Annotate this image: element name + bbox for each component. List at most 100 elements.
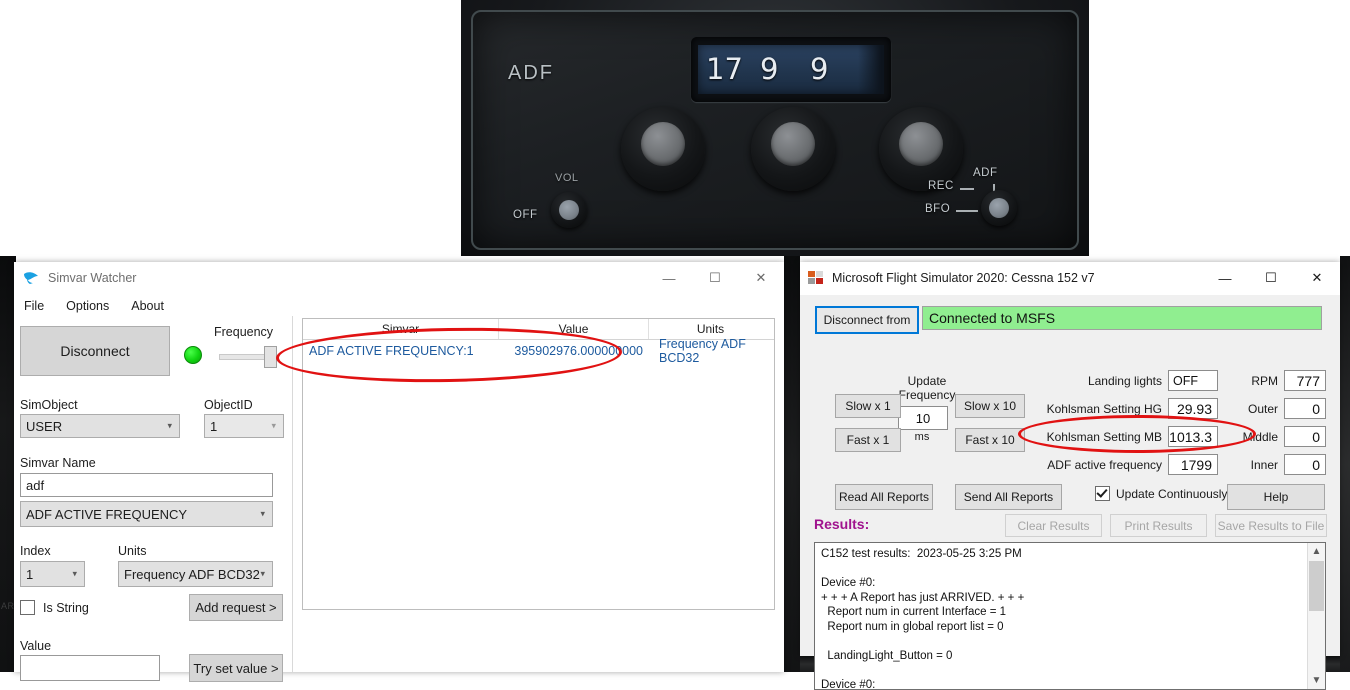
menu-item-options[interactable]: Options [66,299,109,313]
readout-value[interactable]: 1013.3 [1168,426,1218,447]
value-input[interactable] [20,655,160,681]
table-row[interactable]: ADF ACTIVE FREQUENCY:1 395902976.0000000… [303,337,774,365]
units-label: Units [118,544,147,558]
msfs-body: Disconnect from Connected to MSFS Update… [800,294,1340,690]
menu-item-about[interactable]: About [131,299,164,313]
add-request-button[interactable]: Add request > [189,594,283,621]
adf-volume-knob[interactable] [551,192,587,228]
is-string-row[interactable]: Is String [20,600,89,615]
adf-tuning-knob-3[interactable] [879,107,963,191]
objectid-select[interactable]: 1 ▾ [204,414,284,438]
adf-tuning-knob-2[interactable] [751,107,835,191]
scroll-up-icon[interactable]: ▲ [1308,543,1325,560]
read-all-reports-button[interactable]: Read All Reports [835,484,933,510]
adf-radio-panel-photo: ADF 17 9 9 VOL OFF REC ADF BFO [461,0,1089,256]
connection-status-led [184,346,202,364]
update-frequency-input[interactable]: 10 [898,406,948,430]
readout-label: Kohlsman Setting MB [1046,429,1162,444]
msfs-test-window: Microsoft Flight Simulator 2020: Cessna … [800,262,1340,690]
readout-label: Inner [1250,457,1278,472]
simobject-label: SimObject [20,398,78,412]
simvar-title-text: Simvar Watcher [48,271,137,285]
readout-value[interactable]: 29.93 [1168,398,1218,419]
adf-mode-selector-knob[interactable] [981,190,1017,226]
simvar-name-label: Simvar Name [20,456,96,470]
results-text: C152 test results: 2023-05-25 3:25 PM De… [821,548,1025,690]
results-textarea[interactable]: C152 test results: 2023-05-25 3:25 PM De… [814,542,1326,690]
disconnect-from-button[interactable]: Disconnect from [815,306,919,334]
frequency-label: Frequency [214,325,274,339]
column-header-units[interactable]: Units [649,319,772,339]
minimize-button[interactable]: — [646,262,692,294]
readout-value[interactable]: 777 [1284,370,1326,391]
ms-label: ms [914,431,930,443]
simvar-select-value: ADF ACTIVE FREQUENCY [26,506,188,522]
cell-units: Frequency ADF BCD32 [659,337,746,365]
slow-x1-button[interactable]: Slow x 1 [835,394,901,418]
is-string-label: Is String [43,600,89,615]
adf-mode-label: ADF [973,167,998,179]
send-all-reports-button[interactable]: Send All Reports [955,484,1062,510]
adf-tick-rec [960,188,974,190]
msfs-titlebar[interactable]: Microsoft Flight Simulator 2020: Cessna … [800,262,1340,295]
panel-divider [292,316,293,672]
chevron-down-icon: ▾ [260,568,265,579]
try-set-value-button[interactable]: Try set value > [189,654,283,682]
simvar-select[interactable]: ADF ACTIVE FREQUENCY ▾ [20,501,273,527]
adf-digit-0: 17 [706,52,743,86]
fast-x10-button[interactable]: Fast x 10 [955,428,1025,452]
readout-label: Landing lights [1087,373,1162,388]
column-header-value[interactable]: Value [499,319,649,339]
index-select[interactable]: 1 ▾ [20,561,85,587]
screen-root: ADF 17 9 9 VOL OFF REC ADF BFO AR Simvar… [0,0,1350,690]
adf-tuning-knob-1[interactable] [621,107,705,191]
scroll-down-icon[interactable]: ▼ [1308,672,1325,689]
msfs-window-controls: — ☐ ✕ [1202,262,1340,294]
simvar-name-input[interactable]: adf [20,473,273,497]
units-select[interactable]: Frequency ADF BCD32 ▾ [118,561,273,587]
simvar-titlebar[interactable]: Simvar Watcher — ☐ ✕ [14,262,784,295]
adf-digit-1: 9 [760,52,779,86]
chevron-down-icon: ▾ [260,508,265,519]
simobject-select[interactable]: USER ▾ [20,414,180,438]
frequency-slider[interactable] [219,346,279,368]
adf-tick-bfo [956,210,978,212]
desktop-ghost-text: AR [1,601,15,611]
close-button[interactable]: ✕ [738,262,784,294]
desktop-background-right [1340,256,1350,672]
readout-value[interactable]: 0 [1284,454,1326,475]
chevron-down-icon: ▾ [167,420,172,431]
update-continuously-row[interactable]: Update Continuously [1095,486,1227,501]
objectid-value: 1 [210,418,218,434]
print-results-button[interactable]: Print Results [1110,514,1207,537]
column-header-simvar[interactable]: Simvar [303,319,499,339]
slider-thumb[interactable] [264,346,277,368]
save-results-button[interactable]: Save Results to File [1215,514,1327,537]
msfs-title-text: Microsoft Flight Simulator 2020: Cessna … [832,271,1095,285]
update-continuously-checkbox[interactable] [1095,486,1110,501]
adf-panel-title: ADF [508,62,554,84]
simvar-request-table: Simvar Value Units ADF ACTIVE FREQUENCY:… [302,318,775,610]
maximize-button[interactable]: ☐ [692,262,738,294]
objectid-label: ObjectID [204,398,253,412]
disconnect-button[interactable]: Disconnect [20,326,170,376]
scrollbar-thumb[interactable] [1309,561,1324,611]
help-button[interactable]: Help [1227,484,1325,510]
update-continuously-label: Update Continuously [1116,486,1228,501]
readout-inner: Inner 0 [1230,454,1326,475]
is-string-checkbox[interactable] [20,600,35,615]
fast-x1-button[interactable]: Fast x 1 [835,428,901,452]
maximize-button[interactable]: ☐ [1248,262,1294,294]
close-button[interactable]: ✕ [1294,262,1340,294]
readout-value[interactable]: OFF [1168,370,1218,391]
minimize-button[interactable]: — [1202,262,1248,294]
clear-results-button[interactable]: Clear Results [1005,514,1102,537]
readout-value[interactable]: 0 [1284,398,1326,419]
slow-x10-button[interactable]: Slow x 10 [955,394,1025,418]
menu-item-file[interactable]: File [24,299,44,313]
readout-value[interactable]: 1799 [1168,454,1218,475]
readout-value[interactable]: 0 [1284,426,1326,447]
readout-label: Middle [1242,429,1278,444]
readout-rpm: RPM 777 [1230,370,1326,391]
results-scrollbar[interactable]: ▲ ▼ [1307,543,1325,689]
